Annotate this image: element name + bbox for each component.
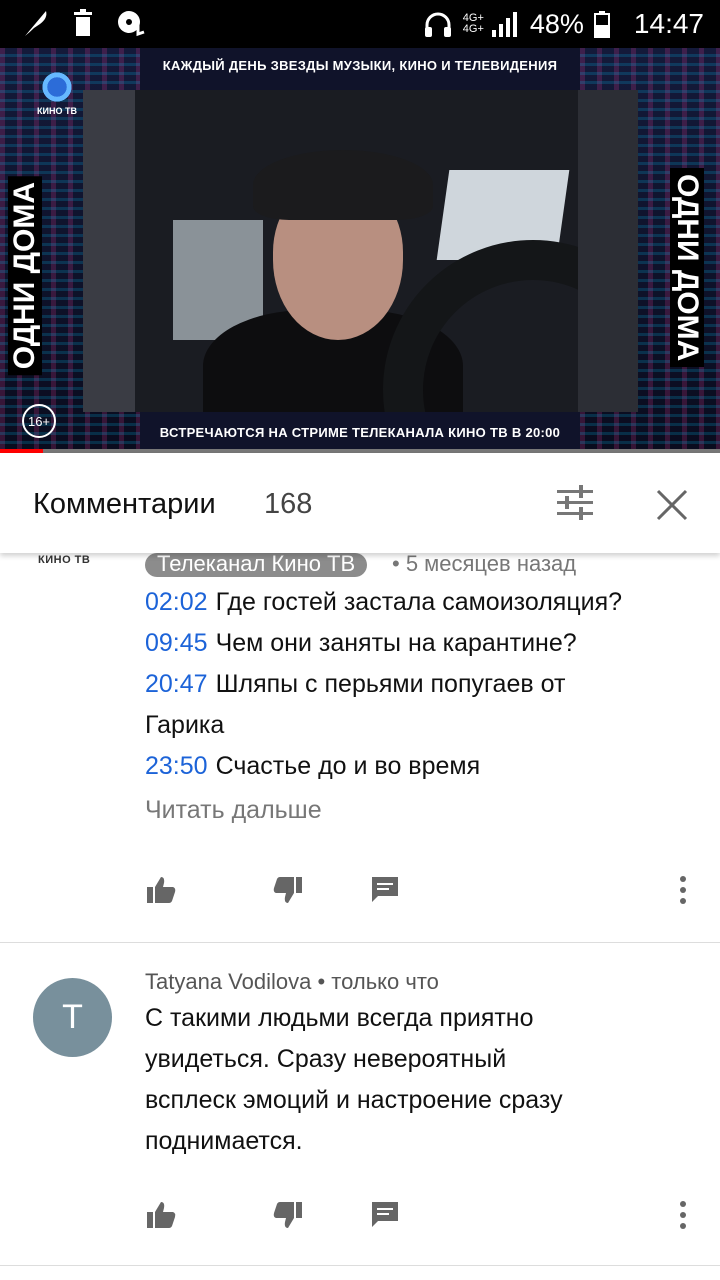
show-title-right: ОДНИ ДОМА xyxy=(670,168,704,368)
video-frame xyxy=(83,90,638,412)
comment-line-text: Гарика xyxy=(145,711,225,739)
comment-author[interactable]: Tatyana Vodilova • только что xyxy=(145,969,439,995)
scene-person-hat xyxy=(253,150,433,220)
comment-line-text: Счастье до и во время xyxy=(215,752,481,780)
frame-pillar-right xyxy=(578,90,638,412)
snail-logo-icon xyxy=(40,70,74,104)
frame-pillar-left xyxy=(83,90,135,412)
feather-icon xyxy=(25,11,47,36)
comment-line: 20:47 Шляпы с перьями попугаев от xyxy=(145,670,565,699)
comments-title: Комментарии xyxy=(33,488,216,520)
comment-item: КИНО ТВ Телеканал Кино ТВ • 5 месяцев на… xyxy=(0,551,720,943)
comment-line: 09:45 Чем они заняты на карантине? xyxy=(145,629,577,658)
music-disc-icon xyxy=(118,11,145,37)
read-more-link[interactable]: Читать дальше xyxy=(145,796,322,825)
comment-time: • 5 месяцев назад xyxy=(392,551,577,576)
timestamp-link[interactable]: 20:47 xyxy=(145,670,208,698)
network-indicator: 4G+ 4G+ xyxy=(463,13,484,35)
comment-line-text: Шляпы с перьями попугаев от xyxy=(215,670,566,698)
reply-icon[interactable] xyxy=(370,1199,400,1229)
comment-line: увидеться. Сразу невероятный xyxy=(145,1045,507,1073)
video-top-banner: КАЖДЫЙ ДЕНЬ ЗВЕЗДЫ МУЗЫКИ, КИНО И ТЕЛЕВИ… xyxy=(162,58,558,73)
thumb-up-icon[interactable] xyxy=(145,1199,177,1231)
show-title-left: ОДНИ ДОМА xyxy=(8,176,42,376)
timestamp-link[interactable]: 09:45 xyxy=(145,629,208,657)
network-label-2: 4G+ xyxy=(462,23,484,35)
channel-logo-text: КИНО ТВ xyxy=(37,106,77,116)
comment-author-chip[interactable]: Телеканал Кино ТВ xyxy=(145,553,368,577)
filter-icon[interactable] xyxy=(553,483,597,523)
more-vert-icon[interactable] xyxy=(673,1199,693,1231)
reply-icon[interactable] xyxy=(370,874,400,904)
status-right: 4G+ 4G+ 48% 14:47 xyxy=(423,0,704,48)
status-bar: 4G+ 4G+ 48% 14:47 xyxy=(0,0,720,48)
thumb-up-icon[interactable] xyxy=(145,874,177,906)
comment-actions xyxy=(145,1199,705,1239)
headphones-icon xyxy=(424,12,451,37)
status-left xyxy=(22,8,146,38)
channel-avatar-label: КИНО ТВ xyxy=(38,554,91,566)
comment-line: С такими людьми всегда приятно xyxy=(145,1004,534,1032)
trash-icon xyxy=(74,9,92,36)
thumb-down-icon[interactable] xyxy=(272,1199,304,1231)
comments-count: 168 xyxy=(264,488,313,520)
comment-actions xyxy=(145,874,705,914)
comment-item: T Tatyana Vodilova • только что С такими… xyxy=(0,943,720,1266)
clock: 14:47 xyxy=(633,8,704,39)
video-player[interactable]: КАЖДЫЙ ДЕНЬ ЗВЕЗДЫ МУЗЫКИ, КИНО И ТЕЛЕВИ… xyxy=(0,48,720,453)
timestamp-link[interactable]: 02:02 xyxy=(145,588,208,616)
age-rating-badge: 16+ xyxy=(22,404,56,438)
thumb-down-icon[interactable] xyxy=(272,874,304,906)
comment-line-text: Чем они заняты на карантине? xyxy=(215,629,577,657)
comment-line: поднимается. xyxy=(145,1127,303,1155)
battery-icon xyxy=(593,11,610,38)
comment-line: 23:50 Счастье до и во время xyxy=(145,752,480,781)
comment-list: КИНО ТВ Телеканал Кино ТВ • 5 месяцев на… xyxy=(0,551,720,1266)
battery-percent: 48% xyxy=(529,8,584,39)
more-vert-icon[interactable] xyxy=(673,874,693,906)
timestamp-link[interactable]: 23:50 xyxy=(145,752,208,780)
signal-icon xyxy=(491,12,517,37)
channel-logo: КИНО ТВ xyxy=(22,70,92,116)
comment-line: Гарика xyxy=(145,711,224,740)
comment-line-text: Где гостей застала самоизоляция? xyxy=(215,588,623,616)
comments-header: Комментарии 168 xyxy=(0,453,720,553)
comment-line: всплеск эмоций и настроение сразу xyxy=(145,1086,563,1114)
avatar[interactable]: T xyxy=(33,978,112,1057)
comment-line: 02:02 Где гостей застала самоизоляция? xyxy=(145,588,622,617)
video-bottom-banner: ВСТРЕЧАЮТСЯ НА СТРИМЕ ТЕЛЕКАНАЛА КИНО ТВ… xyxy=(159,425,561,440)
close-icon[interactable] xyxy=(652,485,692,525)
